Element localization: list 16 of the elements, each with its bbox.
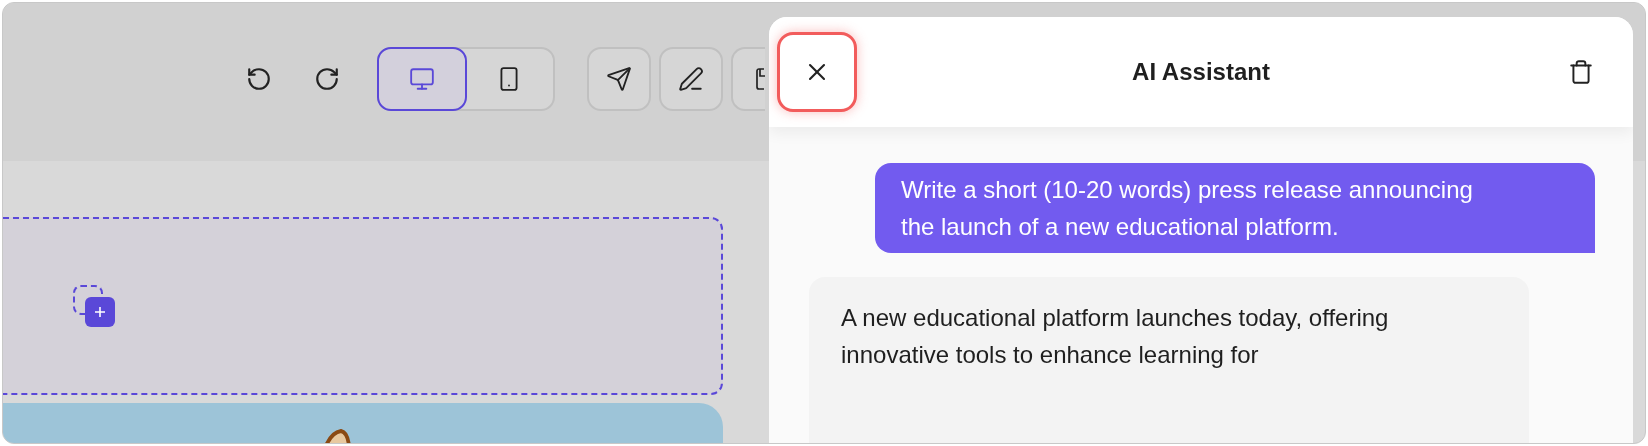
user-message: Write a short (10-20 words) press release announcing the launch of a new educational platform. <box>875 163 1595 253</box>
monitor-icon <box>409 66 435 92</box>
assistant-message: A new educational platform launches today, offering innovative tools to enhance learning for <box>809 277 1529 443</box>
desktop-view-tab[interactable] <box>377 47 467 111</box>
send-button[interactable] <box>587 47 651 111</box>
panel-title: AI Assistant <box>1132 57 1270 87</box>
trash-icon <box>1568 59 1594 85</box>
document-icon <box>756 68 765 90</box>
add-block-icon[interactable] <box>73 285 115 327</box>
pen-icon <box>678 66 704 92</box>
redo-icon <box>314 66 340 92</box>
close-button[interactable] <box>777 32 857 112</box>
undo-icon <box>246 66 272 92</box>
save-button[interactable] <box>731 47 765 111</box>
edit-button[interactable] <box>659 47 723 111</box>
send-icon <box>606 66 632 92</box>
